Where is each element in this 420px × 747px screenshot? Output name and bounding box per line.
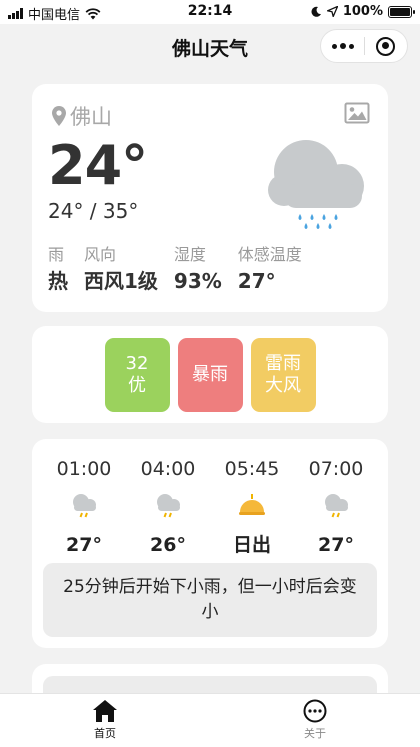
hour-temperature: 27° bbox=[318, 534, 354, 556]
moon-icon bbox=[311, 6, 321, 17]
close-circle-icon[interactable] bbox=[365, 29, 407, 63]
status-right: 100% bbox=[310, 4, 415, 19]
more-dots-icon[interactable] bbox=[321, 29, 364, 63]
hour-temperature: 27° bbox=[66, 534, 102, 556]
rain-cloud-icon bbox=[325, 494, 348, 518]
alerts-card: 32 优 暴雨 雷雨 大风 bbox=[32, 326, 388, 423]
rain-cloud-icon bbox=[157, 494, 180, 518]
temperature-range: 24° / 35° bbox=[48, 199, 139, 223]
hour-temperature: 26° bbox=[150, 534, 186, 556]
warning-text: 暴雨 bbox=[192, 363, 228, 385]
metric-humidity: 湿度 93% bbox=[174, 244, 222, 296]
aqi-value: 32 bbox=[125, 352, 149, 374]
metric-label: 湿度 bbox=[173, 245, 206, 264]
tab-label: 关于 bbox=[304, 727, 326, 740]
rain-cloud-icon bbox=[73, 494, 96, 518]
aqi-level: 优 bbox=[128, 374, 146, 396]
hour-time: 04:00 bbox=[140, 458, 196, 480]
metric-label: 雨 bbox=[48, 245, 65, 264]
tab-label: 首页 bbox=[94, 727, 116, 740]
hourly-list: 01:00 27° 04:00 26° 05:45 日出 07:00 27° bbox=[42, 457, 378, 557]
tab-about[interactable]: 关于 bbox=[210, 694, 420, 747]
tab-bar: 首页 关于 bbox=[0, 693, 420, 747]
metric-value: 西风1级 bbox=[84, 269, 158, 293]
metric-feels-like: 体感温度 27° bbox=[238, 244, 302, 296]
city-name: 佛山 bbox=[70, 105, 112, 129]
current-weather-card: 佛山 24° 24° / 35° 雨 热 风向 西风1级 湿度 93% 体感温度… bbox=[32, 84, 388, 312]
image-icon[interactable] bbox=[344, 102, 370, 124]
more-circle-icon bbox=[303, 699, 327, 723]
hour-time: 01:00 bbox=[56, 458, 112, 480]
metric-value: 热 bbox=[48, 269, 68, 293]
battery-percent: 100% bbox=[342, 4, 383, 19]
location-arrow-icon bbox=[326, 6, 338, 17]
home-icon bbox=[93, 700, 117, 722]
current-temperature: 24° bbox=[48, 134, 148, 197]
hour-time: 07:00 bbox=[308, 458, 364, 480]
metric-label: 风向 bbox=[84, 245, 117, 264]
mini-program-capsule bbox=[320, 29, 408, 63]
forecast-summary: 25分钟后开始下小雨，但一小时后会变小 bbox=[43, 563, 377, 637]
tab-home[interactable]: 首页 bbox=[0, 694, 210, 747]
thunderstorm-wind-warning-badge[interactable]: 雷雨 大风 bbox=[250, 337, 316, 412]
metric-value: 27° bbox=[237, 269, 276, 293]
hourly-item: 05:45 日出 bbox=[210, 457, 294, 557]
metric-value: 93% bbox=[173, 269, 222, 293]
hour-temperature: 日出 bbox=[232, 534, 271, 556]
location-pin-icon bbox=[52, 106, 66, 126]
hourly-item: 01:00 27° bbox=[42, 457, 126, 557]
metric-rain: 雨 热 bbox=[48, 244, 68, 296]
sunrise-icon bbox=[239, 494, 265, 515]
status-bar: 中国电信 22:14 100% bbox=[0, 0, 420, 24]
hour-time: 05:45 bbox=[224, 458, 280, 480]
metric-label: 体感温度 bbox=[237, 245, 302, 264]
hourly-forecast-card: 01:00 27° 04:00 26° 05:45 日出 07:00 27° 2… bbox=[32, 439, 388, 648]
battery-icon bbox=[388, 5, 415, 18]
hourly-item: 04:00 26° bbox=[126, 457, 210, 557]
rainstorm-warning-badge[interactable]: 暴雨 bbox=[177, 337, 243, 412]
nav-bar: 佛山天气 bbox=[0, 24, 420, 68]
metric-wind: 风向 西风1级 bbox=[84, 244, 158, 296]
warning-text-line2: 大风 bbox=[265, 374, 301, 396]
air-quality-badge[interactable]: 32 优 bbox=[104, 337, 170, 412]
rain-cloud-icon bbox=[268, 140, 364, 229]
location[interactable]: 佛山 bbox=[52, 101, 112, 131]
weather-metrics: 雨 热 风向 西风1级 湿度 93% 体感温度 27° bbox=[48, 244, 318, 296]
warning-text-line1: 雷雨 bbox=[265, 352, 301, 374]
hourly-item: 07:00 27° bbox=[294, 457, 378, 557]
